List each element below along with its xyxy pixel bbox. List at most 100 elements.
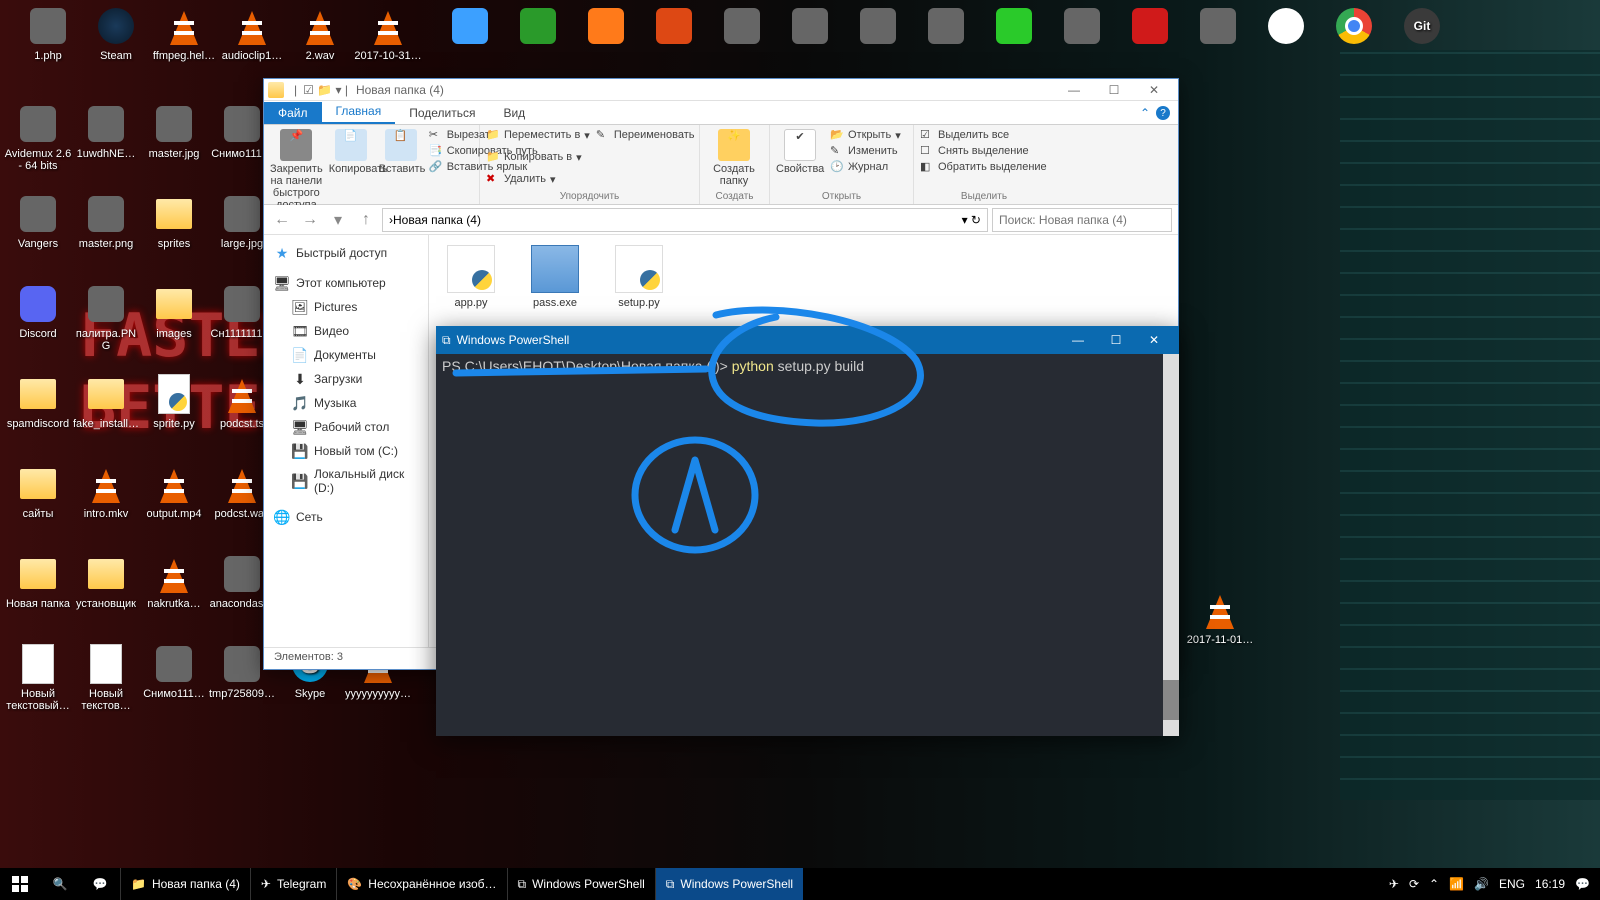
edit-button[interactable]: ✎Изменить xyxy=(830,143,901,159)
desktop-icon[interactable]: images xyxy=(140,284,208,340)
tab-file[interactable]: Файл xyxy=(264,102,322,124)
file-item[interactable]: pass.exe xyxy=(523,245,587,309)
ribbon-expand-icon[interactable]: ⌃ xyxy=(1140,106,1150,120)
desktop-icon[interactable]: 1uwdhNE… xyxy=(72,104,140,160)
sidebar-item[interactable]: 💾Локальный диск (D:) xyxy=(264,463,428,499)
taskbar[interactable]: 🔍 💬 📁Новая папка (4)✈Telegram🎨Несохранён… xyxy=(0,868,1600,900)
desktop-icon[interactable]: Новый текстовый… xyxy=(4,644,72,712)
explorer-titlebar[interactable]: | ☑ 📁 ▾ | Новая папка (4) — ☐ ✕ xyxy=(264,79,1178,101)
select-none-button[interactable]: ☐Снять выделение xyxy=(920,143,1047,159)
sidebar-item[interactable]: 📄Документы xyxy=(264,343,428,367)
back-button[interactable]: ← xyxy=(270,208,294,232)
forward-button[interactable]: → xyxy=(298,208,322,232)
maximize-button[interactable]: ☐ xyxy=(1094,79,1134,101)
delete-button[interactable]: ✖Удалить ▾ xyxy=(486,171,556,187)
desktop-icon[interactable]: Discord xyxy=(4,284,72,340)
desktop-icon[interactable] xyxy=(844,6,912,50)
rename-button[interactable]: ✎Переименовать xyxy=(596,127,695,143)
quick-access-toolbar[interactable]: ☑ 📁 ▾ | xyxy=(303,83,348,97)
select-all-button[interactable]: ☑Выделить все xyxy=(920,127,1047,143)
desktop-icon[interactable] xyxy=(504,6,572,50)
recent-button[interactable]: ▾ xyxy=(326,208,350,232)
close-button[interactable]: ✕ xyxy=(1135,326,1173,354)
powershell-window[interactable]: ⧉ Windows PowerShell — ☐ ✕ PS C:\Users\E… xyxy=(436,326,1179,736)
copy-to-button[interactable]: 📁Копировать в ▾ xyxy=(486,149,582,165)
tab-share[interactable]: Поделиться xyxy=(395,102,489,124)
quick-access[interactable]: ★Быстрый доступ xyxy=(264,241,428,265)
desktop-icon[interactable] xyxy=(1252,6,1320,50)
pin-to-quick-access-button[interactable]: 📌Закрепить на панели быстрого доступа xyxy=(270,127,323,211)
sidebar-item[interactable]: 🖼Pictures xyxy=(264,295,428,319)
taskbar-item[interactable]: ⧉Windows PowerShell xyxy=(655,868,803,900)
desktop-icon[interactable] xyxy=(776,6,844,50)
desktop-icon[interactable] xyxy=(1048,6,1116,50)
desktop-icon[interactable]: output.mp4 xyxy=(140,464,208,520)
open-button[interactable]: 📂Открыть ▾ xyxy=(830,127,901,143)
desktop-icon[interactable]: sprite.py xyxy=(140,374,208,430)
desktop-icon[interactable] xyxy=(1184,6,1252,50)
taskbar-item[interactable]: ⧉Windows PowerShell xyxy=(507,868,655,900)
desktop-icon[interactable]: Steam xyxy=(82,6,150,62)
desktop-icon[interactable]: fake_install… xyxy=(72,374,140,430)
invert-selection-button[interactable]: ◧Обратить выделение xyxy=(920,159,1047,175)
move-to-button[interactable]: 📁Переместить в ▾ xyxy=(486,127,590,143)
tray-language[interactable]: ENG xyxy=(1499,877,1525,891)
paste-button[interactable]: 📋Вставить xyxy=(379,127,423,175)
network[interactable]: 🌐Сеть xyxy=(264,505,428,529)
tray-sync-icon[interactable]: ⟳ xyxy=(1409,877,1419,891)
desktop-icon[interactable]: sprites xyxy=(140,194,208,250)
file-item[interactable]: app.py xyxy=(439,245,503,309)
sidebar-item[interactable]: 🖥Рабочий стол xyxy=(264,415,428,439)
up-button[interactable]: ↑ xyxy=(354,208,378,232)
desktop-icon[interactable]: audioclip1… xyxy=(218,6,286,62)
new-folder-button[interactable]: ✨Создать папку xyxy=(706,127,762,187)
desktop-icon[interactable] xyxy=(640,6,708,50)
desktop-icon[interactable] xyxy=(708,6,776,50)
desktop-icon[interactable]: установщик xyxy=(72,554,140,610)
scrollbar[interactable] xyxy=(1163,354,1179,736)
desktop-icon[interactable]: Vangers xyxy=(4,194,72,250)
history-button[interactable]: 🕑Журнал xyxy=(830,159,901,175)
desktop-icon[interactable]: intro.mkv xyxy=(72,464,140,520)
system-tray[interactable]: ✈ ⟳ ⌃ 📶 🔊 ENG 16:19 💬 xyxy=(1379,877,1600,891)
minimize-button[interactable]: — xyxy=(1054,79,1094,101)
tray-telegram-icon[interactable]: ✈ xyxy=(1389,877,1399,891)
desktop-icon[interactable]: 2017-10-31… xyxy=(354,6,422,62)
sidebar-item[interactable]: ⬇Загрузки xyxy=(264,367,428,391)
search-button[interactable]: 🔍 xyxy=(40,868,80,900)
this-pc[interactable]: 🖥Этот компьютер xyxy=(264,271,428,295)
start-button[interactable] xyxy=(0,868,40,900)
desktop-icon[interactable]: master.png xyxy=(72,194,140,250)
desktop-icon[interactable]: nakrutka… xyxy=(140,554,208,610)
tab-view[interactable]: Вид xyxy=(489,102,539,124)
sidebar-item[interactable]: 💾Новый том (C:) xyxy=(264,439,428,463)
address-bar[interactable]: › Новая папка (4)▾ ↻ xyxy=(382,208,988,232)
desktop-icon[interactable] xyxy=(1320,6,1388,50)
desktop-icon[interactable]: 2017-11-01… xyxy=(1186,590,1254,646)
desktop-icon[interactable] xyxy=(572,6,640,50)
tray-wifi-icon[interactable]: 📶 xyxy=(1449,877,1464,891)
tab-home[interactable]: Главная xyxy=(322,100,396,124)
desktop-icon[interactable]: Снимо111… xyxy=(140,644,208,700)
desktop-icon[interactable]: сайты xyxy=(4,464,72,520)
navigation-pane[interactable]: ★Быстрый доступ 🖥Этот компьютер 🖼Picture… xyxy=(264,235,429,647)
desktop-icon[interactable]: ffmpeg.hel… xyxy=(150,6,218,62)
desktop-icon[interactable] xyxy=(912,6,980,50)
desktop-icon[interactable]: 2.wav xyxy=(286,6,354,62)
tray-clock[interactable]: 16:19 xyxy=(1535,877,1565,891)
copy-button[interactable]: 📄Копировать xyxy=(329,127,373,175)
minimize-button[interactable]: — xyxy=(1059,326,1097,354)
maximize-button[interactable]: ☐ xyxy=(1097,326,1135,354)
desktop-icon[interactable]: master.jpg xyxy=(140,104,208,160)
desktop-icon[interactable]: Новая папка xyxy=(4,554,72,610)
desktop-icon[interactable] xyxy=(436,6,504,50)
tray-volume-icon[interactable]: 🔊 xyxy=(1474,877,1489,891)
terminal-body[interactable]: PS C:\Users\EHOT\Desktop\Новая папка ( )… xyxy=(436,354,1179,736)
powershell-titlebar[interactable]: ⧉ Windows PowerShell — ☐ ✕ xyxy=(436,326,1179,354)
desktop-icon[interactable]: 1.php xyxy=(14,6,82,62)
desktop-icon[interactable] xyxy=(1116,6,1184,50)
help-icon[interactable]: ? xyxy=(1156,106,1170,120)
search-input[interactable] xyxy=(992,208,1172,232)
cortana-button[interactable]: 💬 xyxy=(80,868,120,900)
sidebar-item[interactable]: 🎵Музыка xyxy=(264,391,428,415)
